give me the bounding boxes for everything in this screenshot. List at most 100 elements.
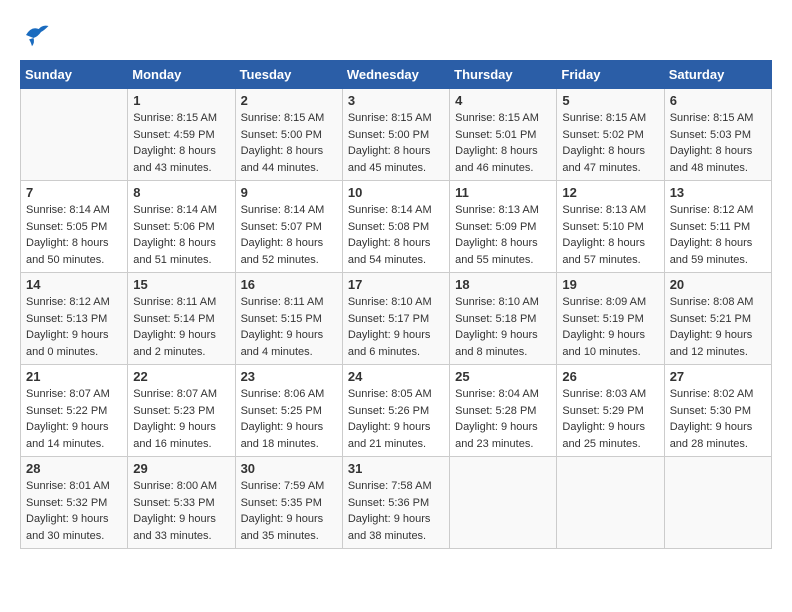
day-number: 31 <box>348 461 444 476</box>
day-number: 25 <box>455 369 551 384</box>
sunrise-text: Sunrise: 7:58 AM <box>348 478 444 495</box>
cell-info: Sunrise: 8:10 AM Sunset: 5:17 PM Dayligh… <box>348 294 444 360</box>
sunrise-text: Sunrise: 8:15 AM <box>455 110 551 127</box>
day-number: 13 <box>670 185 766 200</box>
cell-info: Sunrise: 8:01 AM Sunset: 5:32 PM Dayligh… <box>26 478 122 544</box>
calendar-cell: 7 Sunrise: 8:14 AM Sunset: 5:05 PM Dayli… <box>21 181 128 273</box>
sunset-text: Sunset: 5:32 PM <box>26 495 122 512</box>
sunset-text: Sunset: 5:11 PM <box>670 219 766 236</box>
calendar-cell: 9 Sunrise: 8:14 AM Sunset: 5:07 PM Dayli… <box>235 181 342 273</box>
daylight-text: Daylight: 9 hours and 12 minutes. <box>670 327 766 360</box>
day-number: 28 <box>26 461 122 476</box>
daylight-text: Daylight: 9 hours and 16 minutes. <box>133 419 229 452</box>
daylight-text: Daylight: 9 hours and 23 minutes. <box>455 419 551 452</box>
day-number: 11 <box>455 185 551 200</box>
calendar-cell: 5 Sunrise: 8:15 AM Sunset: 5:02 PM Dayli… <box>557 89 664 181</box>
weekday-header-tuesday: Tuesday <box>235 61 342 89</box>
weekday-header-monday: Monday <box>128 61 235 89</box>
daylight-text: Daylight: 9 hours and 35 minutes. <box>241 511 337 544</box>
daylight-text: Daylight: 9 hours and 8 minutes. <box>455 327 551 360</box>
cell-info: Sunrise: 8:15 AM Sunset: 5:03 PM Dayligh… <box>670 110 766 176</box>
cell-info: Sunrise: 8:07 AM Sunset: 5:22 PM Dayligh… <box>26 386 122 452</box>
calendar-cell: 24 Sunrise: 8:05 AM Sunset: 5:26 PM Dayl… <box>342 365 449 457</box>
sunset-text: Sunset: 5:05 PM <box>26 219 122 236</box>
daylight-text: Daylight: 8 hours and 47 minutes. <box>562 143 658 176</box>
sunset-text: Sunset: 5:00 PM <box>241 127 337 144</box>
calendar-cell: 1 Sunrise: 8:15 AM Sunset: 4:59 PM Dayli… <box>128 89 235 181</box>
cell-info: Sunrise: 8:11 AM Sunset: 5:15 PM Dayligh… <box>241 294 337 360</box>
sunset-text: Sunset: 5:07 PM <box>241 219 337 236</box>
calendar-cell: 27 Sunrise: 8:02 AM Sunset: 5:30 PM Dayl… <box>664 365 771 457</box>
daylight-text: Daylight: 8 hours and 44 minutes. <box>241 143 337 176</box>
sunset-text: Sunset: 5:29 PM <box>562 403 658 420</box>
calendar-week-row: 7 Sunrise: 8:14 AM Sunset: 5:05 PM Dayli… <box>21 181 772 273</box>
sunset-text: Sunset: 5:00 PM <box>348 127 444 144</box>
weekday-header-wednesday: Wednesday <box>342 61 449 89</box>
calendar-cell: 29 Sunrise: 8:00 AM Sunset: 5:33 PM Dayl… <box>128 457 235 549</box>
sunrise-text: Sunrise: 8:00 AM <box>133 478 229 495</box>
sunrise-text: Sunrise: 8:04 AM <box>455 386 551 403</box>
cell-info: Sunrise: 8:13 AM Sunset: 5:09 PM Dayligh… <box>455 202 551 268</box>
day-number: 24 <box>348 369 444 384</box>
sunset-text: Sunset: 5:30 PM <box>670 403 766 420</box>
sunset-text: Sunset: 5:03 PM <box>670 127 766 144</box>
sunset-text: Sunset: 4:59 PM <box>133 127 229 144</box>
daylight-text: Daylight: 9 hours and 25 minutes. <box>562 419 658 452</box>
calendar-cell: 18 Sunrise: 8:10 AM Sunset: 5:18 PM Dayl… <box>450 273 557 365</box>
cell-info: Sunrise: 8:12 AM Sunset: 5:11 PM Dayligh… <box>670 202 766 268</box>
cell-info: Sunrise: 8:15 AM Sunset: 5:00 PM Dayligh… <box>241 110 337 176</box>
daylight-text: Daylight: 9 hours and 10 minutes. <box>562 327 658 360</box>
weekday-header-saturday: Saturday <box>664 61 771 89</box>
day-number: 10 <box>348 185 444 200</box>
cell-info: Sunrise: 8:11 AM Sunset: 5:14 PM Dayligh… <box>133 294 229 360</box>
sunrise-text: Sunrise: 8:13 AM <box>562 202 658 219</box>
cell-info: Sunrise: 8:15 AM Sunset: 5:02 PM Dayligh… <box>562 110 658 176</box>
logo <box>20 20 54 50</box>
day-number: 7 <box>26 185 122 200</box>
day-number: 21 <box>26 369 122 384</box>
calendar-cell: 13 Sunrise: 8:12 AM Sunset: 5:11 PM Dayl… <box>664 181 771 273</box>
cell-info: Sunrise: 8:09 AM Sunset: 5:19 PM Dayligh… <box>562 294 658 360</box>
sunset-text: Sunset: 5:15 PM <box>241 311 337 328</box>
calendar-header-row: SundayMondayTuesdayWednesdayThursdayFrid… <box>21 61 772 89</box>
weekday-header-sunday: Sunday <box>21 61 128 89</box>
day-number: 18 <box>455 277 551 292</box>
day-number: 20 <box>670 277 766 292</box>
day-number: 16 <box>241 277 337 292</box>
sunrise-text: Sunrise: 8:02 AM <box>670 386 766 403</box>
daylight-text: Daylight: 8 hours and 46 minutes. <box>455 143 551 176</box>
day-number: 4 <box>455 93 551 108</box>
calendar-cell: 12 Sunrise: 8:13 AM Sunset: 5:10 PM Dayl… <box>557 181 664 273</box>
sunset-text: Sunset: 5:14 PM <box>133 311 229 328</box>
calendar-table: SundayMondayTuesdayWednesdayThursdayFrid… <box>20 60 772 549</box>
daylight-text: Daylight: 8 hours and 54 minutes. <box>348 235 444 268</box>
calendar-cell <box>21 89 128 181</box>
cell-info: Sunrise: 8:14 AM Sunset: 5:06 PM Dayligh… <box>133 202 229 268</box>
sunrise-text: Sunrise: 8:07 AM <box>133 386 229 403</box>
header <box>20 20 772 50</box>
cell-info: Sunrise: 7:58 AM Sunset: 5:36 PM Dayligh… <box>348 478 444 544</box>
sunset-text: Sunset: 5:26 PM <box>348 403 444 420</box>
sunrise-text: Sunrise: 8:10 AM <box>455 294 551 311</box>
weekday-header-friday: Friday <box>557 61 664 89</box>
sunrise-text: Sunrise: 8:14 AM <box>241 202 337 219</box>
cell-info: Sunrise: 8:04 AM Sunset: 5:28 PM Dayligh… <box>455 386 551 452</box>
calendar-cell: 8 Sunrise: 8:14 AM Sunset: 5:06 PM Dayli… <box>128 181 235 273</box>
daylight-text: Daylight: 9 hours and 28 minutes. <box>670 419 766 452</box>
calendar-cell: 6 Sunrise: 8:15 AM Sunset: 5:03 PM Dayli… <box>664 89 771 181</box>
sunset-text: Sunset: 5:36 PM <box>348 495 444 512</box>
cell-info: Sunrise: 8:03 AM Sunset: 5:29 PM Dayligh… <box>562 386 658 452</box>
day-number: 22 <box>133 369 229 384</box>
sunset-text: Sunset: 5:25 PM <box>241 403 337 420</box>
calendar-cell: 16 Sunrise: 8:11 AM Sunset: 5:15 PM Dayl… <box>235 273 342 365</box>
day-number: 5 <box>562 93 658 108</box>
cell-info: Sunrise: 8:02 AM Sunset: 5:30 PM Dayligh… <box>670 386 766 452</box>
daylight-text: Daylight: 8 hours and 57 minutes. <box>562 235 658 268</box>
sunset-text: Sunset: 5:09 PM <box>455 219 551 236</box>
sunrise-text: Sunrise: 8:15 AM <box>348 110 444 127</box>
sunrise-text: Sunrise: 8:01 AM <box>26 478 122 495</box>
daylight-text: Daylight: 9 hours and 4 minutes. <box>241 327 337 360</box>
sunrise-text: Sunrise: 8:15 AM <box>133 110 229 127</box>
cell-info: Sunrise: 8:07 AM Sunset: 5:23 PM Dayligh… <box>133 386 229 452</box>
sunrise-text: Sunrise: 7:59 AM <box>241 478 337 495</box>
